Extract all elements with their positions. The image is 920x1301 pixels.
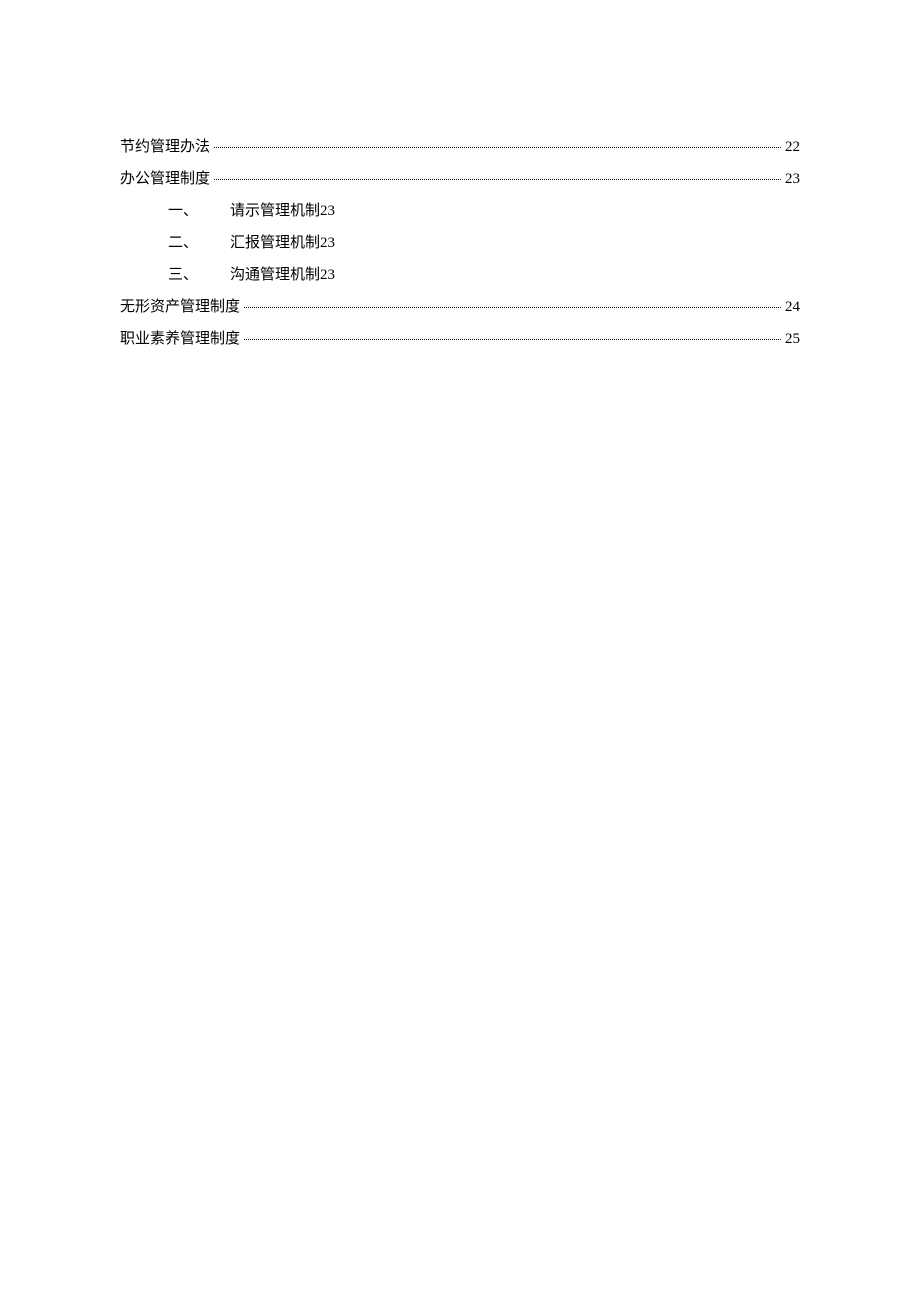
table-of-contents: 节约管理办法 22 办公管理制度 23 一、 请示管理机制23 二、 汇报管理机… <box>120 135 800 351</box>
toc-entry-title: 职业素养管理制度 <box>120 327 240 351</box>
toc-sub-entry-title: 沟通管理机制 <box>230 263 320 287</box>
toc-sub-entry-page: 23 <box>320 263 335 287</box>
toc-sub-entry-title: 请示管理机制 <box>230 199 320 223</box>
toc-sub-entry: 一、 请示管理机制23 <box>120 199 800 223</box>
toc-entry-title: 无形资产管理制度 <box>120 295 240 319</box>
toc-entry: 节约管理办法 22 <box>120 135 800 159</box>
toc-sub-entry-number: 二、 <box>168 231 230 255</box>
toc-entry-page: 25 <box>785 327 800 351</box>
toc-entry: 职业素养管理制度 25 <box>120 327 800 351</box>
toc-entry-page: 22 <box>785 135 800 159</box>
toc-sub-entry-page: 23 <box>320 199 335 223</box>
toc-entry: 办公管理制度 23 <box>120 167 800 191</box>
toc-entry-page: 23 <box>785 167 800 191</box>
toc-entry-title: 节约管理办法 <box>120 135 210 159</box>
toc-leader-dots <box>244 307 781 308</box>
toc-entry-title: 办公管理制度 <box>120 167 210 191</box>
toc-leader-dots <box>244 339 781 340</box>
toc-leader-dots <box>214 147 781 148</box>
toc-sub-entry: 三、 沟通管理机制23 <box>120 263 800 287</box>
toc-sub-entry-number: 一、 <box>168 199 230 223</box>
toc-sub-entry-title: 汇报管理机制 <box>230 231 320 255</box>
toc-entry: 无形资产管理制度 24 <box>120 295 800 319</box>
toc-sub-entry-number: 三、 <box>168 263 230 287</box>
toc-sub-entry-page: 23 <box>320 231 335 255</box>
toc-sub-entry: 二、 汇报管理机制23 <box>120 231 800 255</box>
toc-leader-dots <box>214 179 781 180</box>
toc-entry-page: 24 <box>785 295 800 319</box>
